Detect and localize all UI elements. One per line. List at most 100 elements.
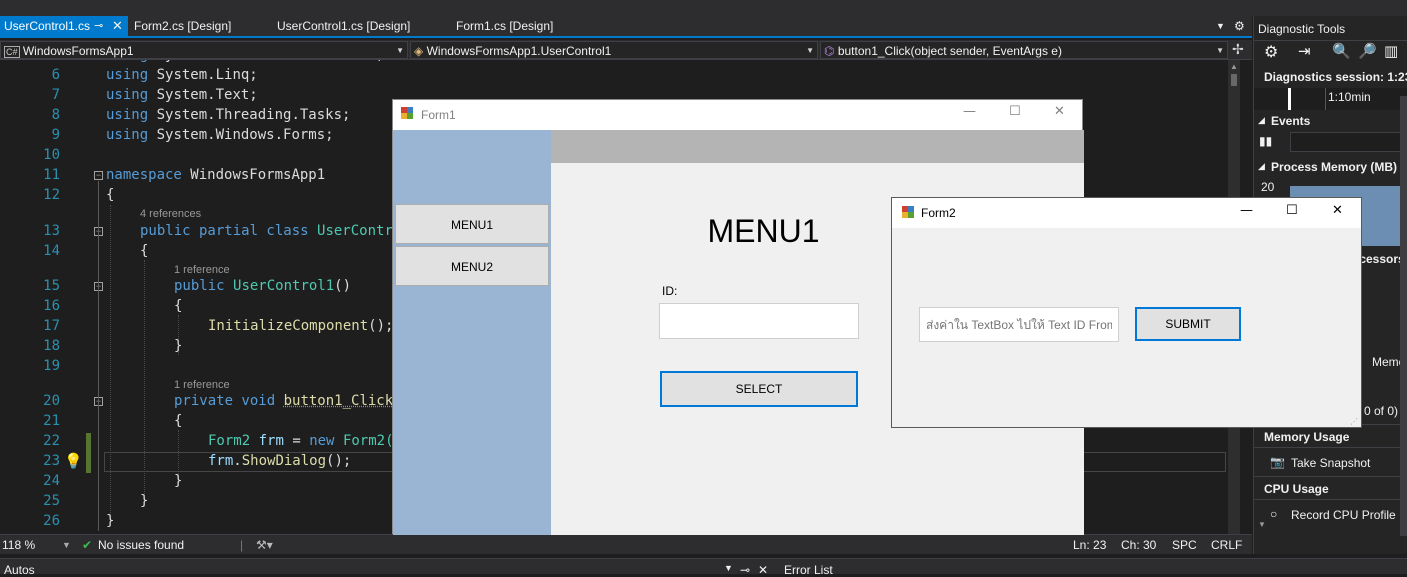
divider	[1254, 476, 1407, 477]
chevron-down-icon: ▼	[806, 46, 814, 55]
brush-icon[interactable]: ⚒▾	[256, 538, 273, 552]
line-number: 8	[51, 107, 60, 123]
keyword: using	[106, 127, 149, 143]
diag-scrollbar[interactable]	[1400, 96, 1407, 536]
form-app-icon	[401, 107, 414, 120]
close-icon[interactable]: ✕	[1054, 104, 1065, 119]
title-strip	[0, 0, 1407, 16]
gear-icon[interactable]: ⚙	[1264, 42, 1278, 62]
codelens-references[interactable]: 1 reference	[174, 379, 230, 391]
form1-top-bar	[551, 130, 1084, 163]
tab-usercontrol1-cs[interactable]: UserControl1.cs ⊸ ✕	[0, 16, 128, 36]
chevron-down-icon[interactable]: ▼	[724, 563, 733, 573]
member-dropdown[interactable]: ⌬ button1_Click(object sender, EventArgs…	[820, 41, 1228, 59]
line-number: 20	[43, 393, 60, 409]
maximize-icon[interactable]: ☐	[1009, 104, 1021, 119]
keyword: using	[106, 107, 149, 123]
issues-status[interactable]: No issues found	[98, 538, 184, 552]
timeline-cursor	[1288, 88, 1291, 110]
error-list-panel-title[interactable]: Error List	[784, 563, 833, 577]
tab-list-dropdown-icon[interactable]: ▼	[1216, 16, 1225, 36]
namespace-ref: System.Linq;	[156, 67, 258, 83]
scroll-up-icon[interactable]: ▲	[1230, 62, 1238, 71]
code-line: using System.Windows.Forms;	[106, 127, 334, 143]
collapse-triangle-icon[interactable]: ◢	[1258, 161, 1265, 172]
events-header[interactable]: Events	[1271, 114, 1310, 128]
id-input[interactable]	[659, 303, 859, 339]
export-icon[interactable]: ⇥	[1298, 42, 1311, 60]
split-icon[interactable]: ✢	[1232, 41, 1244, 58]
chevron-down-icon: ▼	[396, 46, 404, 55]
line-ending-indicator[interactable]: CRLF	[1211, 538, 1242, 552]
close-icon[interactable]: ✕	[758, 563, 768, 577]
punct: ();	[326, 453, 352, 469]
method-name: button1_Click	[283, 393, 394, 409]
punct: .	[233, 453, 242, 469]
gear-icon[interactable]: ⚙	[1234, 16, 1245, 36]
close-icon[interactable]: ✕	[112, 16, 123, 36]
panel-title: Diagnostic Tools	[1258, 22, 1346, 36]
keyword: using	[106, 67, 149, 83]
divider	[1254, 499, 1407, 500]
autos-panel-title[interactable]: Autos	[4, 563, 35, 577]
window-title: Form1	[421, 108, 456, 122]
zoom-level[interactable]: 118 %	[2, 538, 35, 552]
pause-icon[interactable]: ▮▮	[1259, 134, 1272, 148]
collapse-icon[interactable]: −	[94, 171, 103, 180]
member-name: button1_Click(object sender, EventArgs e…	[837, 44, 1062, 58]
minimize-icon[interactable]: —	[963, 104, 976, 119]
chart-icon[interactable]: ▥	[1384, 42, 1398, 60]
resize-grip-icon[interactable]: ⋰	[1350, 417, 1358, 426]
submit-button[interactable]: SUBMIT	[1135, 307, 1241, 341]
csharp-project-icon: C#	[4, 46, 20, 58]
window-title: Form2	[921, 206, 956, 220]
line-number: 15	[43, 278, 60, 294]
pin-icon[interactable]: ⊸	[94, 16, 103, 36]
collapse-triangle-icon[interactable]: ◢	[1258, 115, 1265, 126]
code-line: Form2 frm = new Form2(	[208, 433, 394, 449]
code-line: {	[174, 413, 183, 429]
zoom-in-icon[interactable]: 🔍	[1332, 42, 1351, 60]
maximize-icon[interactable]: ☐	[1286, 203, 1298, 218]
line-number: 25	[43, 493, 60, 509]
tab-form1-design[interactable]: Form1.cs [Design]	[452, 16, 602, 36]
menu1-button[interactable]: MENU1	[395, 204, 549, 244]
namespace-ref: System.Threading.Tasks;	[156, 107, 351, 123]
scroll-down-icon[interactable]: ▼	[1258, 520, 1266, 529]
whitespace-indicator[interactable]: SPC	[1172, 538, 1197, 552]
code-line: }	[174, 338, 183, 354]
timeline-label: 1:10min	[1328, 90, 1371, 104]
tab-form2-design[interactable]: Form2.cs [Design]	[130, 16, 270, 36]
codelens-references[interactable]: 4 references	[140, 208, 201, 220]
tab-usercontrol1-design[interactable]: UserControl1.cs [Design]	[273, 16, 448, 36]
process-memory-header[interactable]: Process Memory (MB)	[1271, 160, 1397, 174]
pin-icon[interactable]: ⊸	[740, 563, 750, 577]
method-call: ShowDialog	[241, 453, 327, 469]
menu2-button[interactable]: MENU2	[395, 246, 549, 286]
line-number: 9	[51, 127, 60, 143]
line-number: 7	[51, 87, 60, 103]
record-cpu-profile-button[interactable]: Record CPU Profile	[1291, 508, 1396, 522]
keyword: public partial class	[140, 223, 309, 239]
code-line: frm.ShowDialog();	[208, 453, 351, 469]
codelens-references[interactable]: 1 reference	[174, 264, 230, 276]
select-button[interactable]: SELECT	[660, 371, 858, 407]
project-dropdown[interactable]: C# WindowsFormsApp1 ▼	[0, 41, 408, 59]
form-app-icon	[902, 206, 915, 219]
code-line: }	[174, 473, 183, 489]
take-snapshot-button[interactable]: Take Snapshot	[1291, 456, 1370, 470]
line-number: 19	[43, 358, 60, 374]
scrollbar-thumb[interactable]	[1231, 74, 1237, 86]
chevron-down-icon[interactable]: ▼	[62, 540, 71, 550]
lightbulb-icon[interactable]: 💡	[64, 452, 83, 470]
memory-usage-header: Memory Usage	[1264, 430, 1350, 444]
minimize-icon[interactable]: —	[1240, 203, 1253, 218]
form2-dialog[interactable]: Form2 — ☐ ✕ SUBMIT ⋰	[891, 197, 1362, 428]
method-icon: ⌬	[824, 44, 835, 58]
class-dropdown[interactable]: ◈ WindowsFormsApp1.UserControl1 ▼	[410, 41, 818, 59]
project-name: WindowsFormsApp1	[22, 44, 134, 58]
code-line: }	[140, 493, 149, 509]
textbox-input[interactable]	[919, 307, 1119, 342]
close-icon[interactable]: ✕	[1332, 203, 1343, 218]
zoom-out-icon[interactable]: 🔎	[1358, 42, 1377, 60]
